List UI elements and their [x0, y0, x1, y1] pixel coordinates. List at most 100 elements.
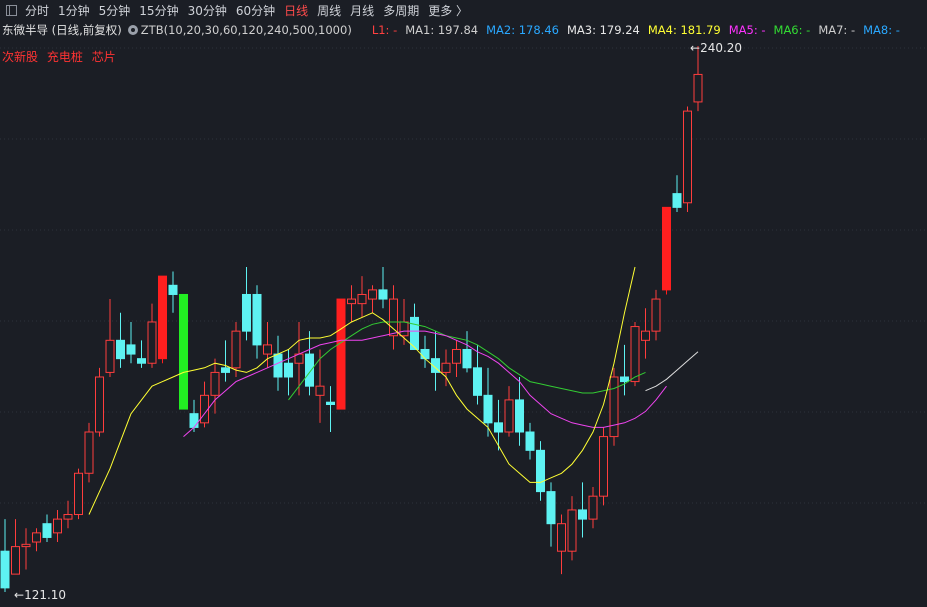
candle-body-2 [21, 543, 31, 548]
candle-body-5 [53, 518, 62, 534]
tab-15min[interactable]: 15分钟 [139, 2, 178, 19]
candle-body-19 [200, 394, 209, 424]
high-price-label: ←240.20 [690, 41, 743, 55]
tab-multi-period[interactable]: 多周期 [383, 2, 419, 19]
candle-body-40 [420, 348, 430, 360]
candle-body-46 [483, 394, 493, 424]
candle-body-58 [609, 376, 619, 438]
candle-body-36 [378, 289, 388, 300]
low-arrow-icon: ← [14, 588, 25, 602]
candle-body-66 [693, 73, 703, 103]
ma-item-1: MA1: 197.84 [405, 23, 479, 37]
candle-body-25 [263, 344, 272, 355]
candle-body-15 [158, 275, 167, 360]
period-toolbar: 分时 1分钟 5分钟 15分钟 30分钟 60分钟 日线 周线 月线 多周期 更… [0, 0, 927, 21]
candle-body-44 [462, 348, 472, 369]
indicator-bar: 东微半导 (日线,前复权) ZTB(10,20,30,60,120,240,50… [0, 21, 927, 39]
candle-body-16 [168, 284, 178, 295]
candle-body-26 [273, 353, 283, 378]
candle-body-38 [399, 321, 409, 337]
tab-weekly[interactable]: 周线 [317, 2, 341, 19]
low-price-label: ←121.10 [14, 588, 67, 602]
candle-body-13 [137, 358, 146, 364]
candle-body-52 [546, 491, 556, 525]
ma-item-3: MA3: 179.24 [566, 23, 640, 37]
candle-body-37 [389, 298, 398, 337]
tab-daily[interactable]: 日线 [284, 2, 308, 19]
candle-body-21 [221, 367, 230, 373]
candle-body-17 [179, 293, 188, 410]
candle-body-34 [357, 293, 367, 305]
kline-chart[interactable] [0, 0, 927, 607]
candle-body-31 [326, 401, 335, 405]
candle-body-33 [347, 298, 356, 305]
candle-body-30 [315, 385, 325, 396]
candle-body-10 [105, 339, 115, 373]
candle-body-14 [147, 321, 157, 364]
ma-item-6: MA6: - [773, 23, 811, 37]
candle-body-20 [210, 371, 220, 396]
candle-body-6 [63, 514, 73, 520]
ma-item-4: MA4: 181.79 [647, 23, 721, 37]
indicator-params[interactable]: ZTB(10,20,30,60,120,240,500,1000) [141, 23, 352, 37]
panel-toggle-icon[interactable] [6, 5, 17, 16]
ma-item-5: MA5: - [728, 23, 766, 37]
tab-5min[interactable]: 5分钟 [99, 2, 131, 19]
candle-body-1 [11, 546, 20, 575]
candle-body-3 [32, 532, 41, 543]
ma-item-7: MA7: - [818, 23, 856, 37]
candle-body-8 [84, 431, 94, 474]
settings-gear-icon[interactable] [127, 25, 138, 35]
candle-body-57 [599, 436, 608, 497]
candle-body-29 [305, 353, 314, 387]
concept-tags: 次新股 充电桩 芯片 [2, 48, 121, 65]
candle-body-54 [567, 509, 577, 552]
tab-1min[interactable]: 1分钟 [58, 2, 90, 19]
candle-body-59 [620, 376, 629, 383]
ma-item-2: MA2: 178.46 [486, 23, 559, 37]
tab-30min[interactable]: 30分钟 [188, 2, 227, 19]
candle-body-48 [504, 399, 514, 433]
candle-body-11 [116, 339, 125, 360]
tag-charging-pile[interactable]: 充电桩 [47, 50, 83, 64]
tab-more[interactable]: 更多 〉 [428, 2, 468, 19]
ma-item-8: MA8: - [863, 23, 900, 37]
ma-line-white [645, 351, 699, 392]
candle-body-43 [452, 348, 461, 364]
candle-body-35 [368, 289, 377, 300]
candle-body-60 [630, 326, 640, 383]
tag-chip[interactable]: 芯片 [92, 50, 116, 64]
tag-new-stock[interactable]: 次新股 [2, 50, 38, 64]
candle-body-9 [95, 376, 104, 433]
candle-body-45 [473, 367, 482, 396]
high-arrow-icon: ← [690, 41, 701, 55]
candle-body-63 [662, 206, 671, 291]
candle-body-53 [557, 523, 566, 552]
ma-item-0: L1: - [371, 23, 398, 37]
ma-value-list: L1: - MA1: 197.84 MA2: 178.46 MA3: 179.24 MA… [372, 23, 908, 37]
candle-body-50 [525, 431, 535, 451]
candle-body-62 [651, 298, 661, 332]
candle-body-22 [231, 330, 241, 369]
candle-body-12 [126, 344, 136, 355]
candle-body-55 [578, 509, 587, 520]
candle-body-49 [515, 399, 524, 433]
tab-60min[interactable]: 60分钟 [236, 2, 275, 19]
candle-body-0 [0, 550, 10, 589]
candle-body-42 [441, 362, 451, 373]
candle-body-24 [252, 293, 262, 346]
candle-body-27 [284, 362, 293, 378]
candle-body-64 [672, 193, 682, 208]
candle-body-18 [189, 413, 199, 428]
tab-monthly[interactable]: 月线 [350, 2, 374, 19]
candle-body-47 [494, 422, 503, 433]
stock-title[interactable]: 东微半导 (日线,前复权) [2, 22, 122, 38]
candle-body-4 [42, 523, 52, 538]
candle-body-56 [588, 495, 598, 520]
candle-body-65 [683, 110, 692, 204]
tab-timeshare[interactable]: 分时 [25, 2, 49, 19]
candle-body-7 [74, 472, 83, 516]
candle-body-32 [336, 298, 346, 410]
candle-body-23 [242, 293, 251, 332]
candle-body-61 [641, 330, 650, 341]
